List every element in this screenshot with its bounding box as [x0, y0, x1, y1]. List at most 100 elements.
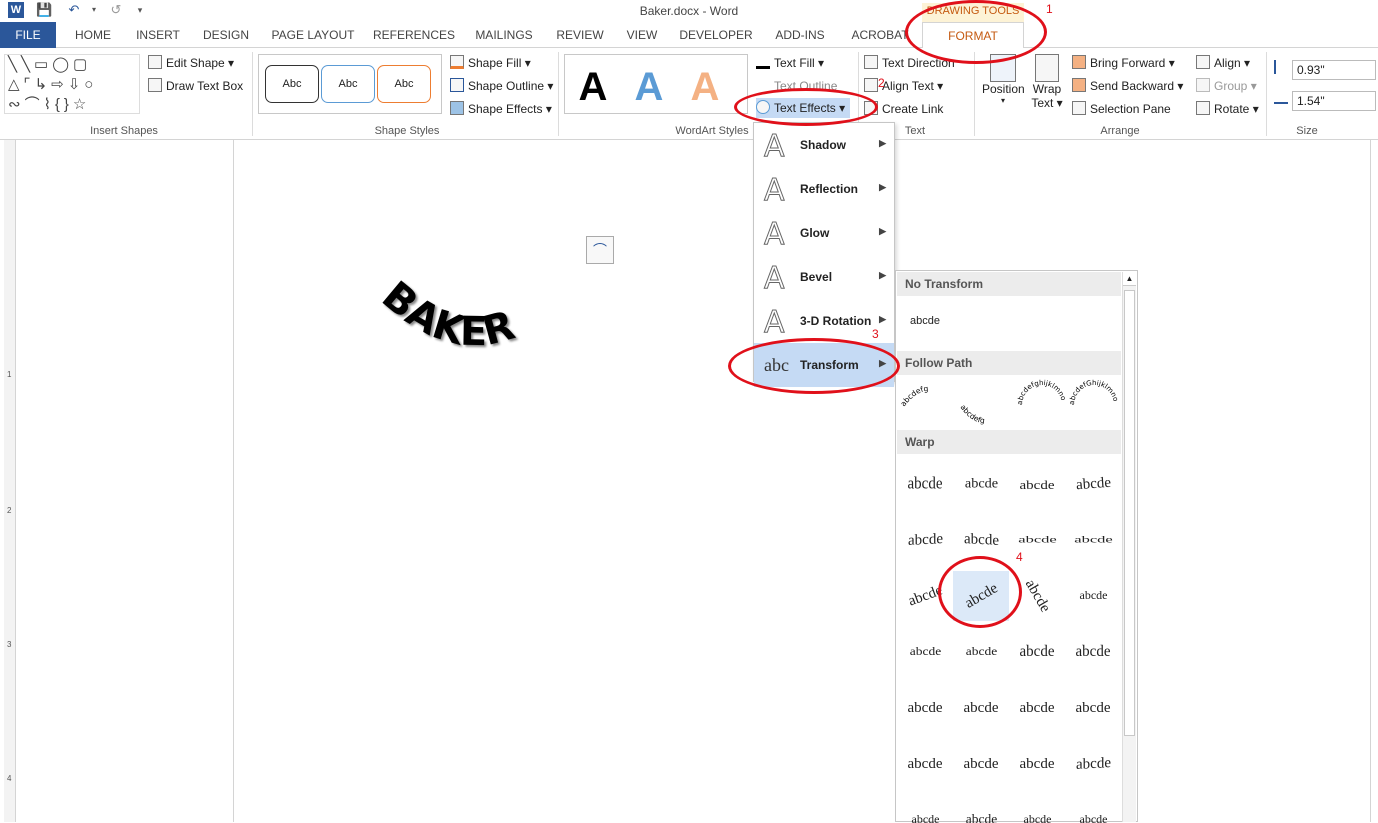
path-arch-down-option[interactable]: abcdefg: [958, 403, 985, 425]
warp-option[interactable]: abcde: [1009, 459, 1065, 509]
warp-sample-text: abcde: [911, 800, 939, 823]
warp-option[interactable]: abcde: [1009, 795, 1065, 823]
ruler-number: 1: [7, 370, 11, 379]
menu-item-glow[interactable]: AGlow▶: [754, 211, 894, 255]
shape-width-input[interactable]: 1.54": [1292, 91, 1376, 111]
align-icon: [1196, 55, 1210, 69]
shape-style-preset-3[interactable]: Abc: [377, 65, 431, 103]
wrap-text-button[interactable]: Wrap Text ▾: [1028, 54, 1066, 110]
callout-number: 3: [872, 327, 879, 341]
separator: [252, 52, 253, 136]
warp-option[interactable]: abcde: [897, 795, 953, 823]
warp-option[interactable]: abcde: [897, 459, 953, 509]
send-backward-button[interactable]: Send Backward ▾: [1072, 78, 1183, 93]
shape-effects-label: Shape Effects: [468, 102, 543, 116]
menu-item-reflection[interactable]: AReflection▶: [754, 167, 894, 211]
wordart-gallery[interactable]: A A A: [564, 54, 748, 114]
shapes-gallery[interactable]: ╲╲▭◯▢ △⌜↳⇨⇩○ ∾⌒⌇{}☆: [4, 54, 140, 114]
wordart-preset-orange[interactable]: A: [679, 65, 731, 110]
bring-forward-label: Bring Forward: [1090, 56, 1165, 70]
warp-option[interactable]: abcde: [1009, 683, 1065, 733]
warp-option[interactable]: abcde: [1065, 515, 1121, 565]
warp-option[interactable]: abcde: [1009, 739, 1065, 789]
send-backward-icon: [1072, 78, 1086, 92]
follow-path-row[interactable]: abcdefg abcdefg abcdefghijklmno abcdefGh…: [900, 377, 1120, 431]
align-text-button[interactable]: Align Text ▾: [864, 78, 943, 93]
warp-option[interactable]: abcde: [1065, 739, 1121, 789]
glow-icon: A: [764, 217, 785, 252]
shape-style-preset-2[interactable]: Abc: [321, 65, 375, 103]
tab-file[interactable]: FILE: [0, 22, 56, 48]
warp-sample-text: abcde: [1074, 458, 1112, 510]
warp-option[interactable]: abcde: [897, 515, 953, 565]
warp-option[interactable]: abcde: [1065, 571, 1121, 621]
shape-fill-button[interactable]: Shape Fill ▾: [450, 55, 531, 70]
scroll-thumb[interactable]: [1124, 290, 1135, 736]
warp-sample-text: abcde: [1076, 626, 1111, 679]
draw-text-box-button[interactable]: Draw Text Box: [148, 78, 243, 93]
tab-add-ins[interactable]: ADD-INS: [766, 22, 834, 48]
annotation-circle-text-effects: [734, 88, 878, 126]
bevel-icon: A: [764, 261, 785, 296]
selection-pane-button[interactable]: Selection Pane: [1072, 101, 1171, 116]
layout-options-icon[interactable]: ⌒: [586, 236, 614, 264]
warp-sample-text: abcde: [964, 462, 997, 507]
tab-view[interactable]: VIEW: [618, 22, 666, 48]
align-button[interactable]: Align ▾: [1196, 55, 1250, 70]
tab-developer[interactable]: DEVELOPER: [676, 22, 756, 48]
warp-option[interactable]: abcde: [1065, 627, 1121, 677]
warp-option[interactable]: abcde: [1065, 683, 1121, 733]
tab-review[interactable]: REVIEW: [550, 22, 610, 48]
warp-option[interactable]: abcde: [1009, 627, 1065, 677]
3d-rotation-icon: A: [764, 305, 785, 340]
no-transform-option[interactable]: abcde: [910, 315, 940, 327]
menu-item-bevel[interactable]: ABevel▶: [754, 255, 894, 299]
warp-option[interactable]: abcde: [1065, 459, 1121, 509]
tab-references[interactable]: REFERENCES: [370, 22, 458, 48]
tab-page-layout[interactable]: PAGE LAYOUT: [264, 22, 362, 48]
warp-option[interactable]: abcde: [1065, 795, 1121, 823]
rotate-button[interactable]: Rotate ▾: [1196, 101, 1259, 116]
path-button-option[interactable]: abcdefGhijklmno: [1068, 379, 1120, 405]
warp-option[interactable]: abcde: [953, 683, 1009, 733]
warp-option[interactable]: abcde: [953, 795, 1009, 823]
tab-home[interactable]: HOME: [64, 22, 122, 48]
gallery-scrollbar[interactable]: ▲: [1122, 272, 1136, 822]
align-label: Align: [1214, 56, 1241, 70]
bring-forward-button[interactable]: Bring Forward ▾: [1072, 55, 1175, 70]
callout-number: 1: [1046, 2, 1053, 16]
scroll-up-icon[interactable]: ▲: [1123, 272, 1136, 286]
ruler-number: 4: [7, 774, 11, 783]
window-title: Baker.docx - Word: [0, 4, 1378, 18]
paint-bucket-icon: [450, 55, 464, 69]
menu-label: 3-D Rotation: [800, 314, 871, 328]
shape-height-input[interactable]: 0.93": [1292, 60, 1376, 80]
shape-styles-gallery[interactable]: Abc Abc Abc: [258, 54, 442, 114]
shape-outline-button[interactable]: Shape Outline ▾: [450, 78, 553, 93]
shape-styles-label: Shape Styles: [258, 125, 556, 137]
warp-option[interactable]: abcde: [953, 459, 1009, 509]
warp-option[interactable]: abcde: [897, 739, 953, 789]
wordart-object[interactable]: BAKER: [370, 280, 580, 370]
path-arch-up-option[interactable]: abcdefg: [900, 384, 929, 408]
menu-item-shadow[interactable]: AShadow▶: [754, 123, 894, 167]
warp-option[interactable]: abcde: [897, 683, 953, 733]
edit-shape-button[interactable]: Edit Shape ▾: [148, 55, 234, 70]
shape-effects-button[interactable]: Shape Effects ▾: [450, 101, 552, 116]
page-margin: [0, 140, 234, 822]
tab-insert[interactable]: INSERT: [128, 22, 188, 48]
menu-label: Shadow: [800, 138, 846, 152]
shape-style-preset-1[interactable]: Abc: [265, 65, 319, 103]
insert-shapes-label: Insert Shapes: [4, 125, 244, 137]
text-fill-button[interactable]: Text Fill ▾: [756, 55, 824, 70]
vertical-ruler: 1 2 3 4: [4, 140, 16, 822]
warp-option[interactable]: abcde: [897, 627, 953, 677]
wordart-preset-black[interactable]: A: [567, 65, 619, 110]
tab-mailings[interactable]: MAILINGS: [466, 22, 542, 48]
wordart-preset-blue[interactable]: A: [623, 65, 675, 110]
warp-option[interactable]: abcde: [953, 739, 1009, 789]
tab-design[interactable]: DESIGN: [196, 22, 256, 48]
warp-option[interactable]: abcde: [953, 627, 1009, 677]
path-circle-option[interactable]: abcdefghijklmno: [1016, 379, 1067, 405]
group-button[interactable]: Group ▾: [1196, 78, 1257, 93]
